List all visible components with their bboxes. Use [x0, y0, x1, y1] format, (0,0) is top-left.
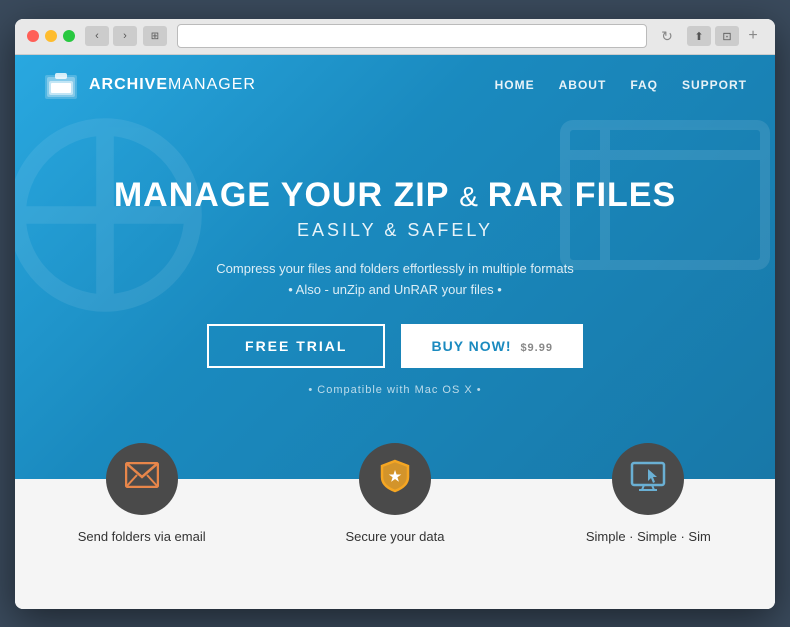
cta-buttons: FREE TRIAL BUY NOW! $9.99 — [207, 324, 583, 368]
traffic-lights — [27, 30, 75, 42]
tab-button[interactable]: ⊞ — [143, 26, 167, 46]
compat-text: • Compatible with Mac OS X • — [308, 384, 481, 396]
nav-buttons: ‹ › — [85, 26, 137, 46]
nav-faq[interactable]: FAQ — [630, 78, 658, 92]
nav-home[interactable]: HOME — [495, 78, 535, 92]
free-trial-button[interactable]: FREE TRIAL — [207, 324, 385, 368]
feature-email: Send folders via email — [15, 479, 268, 609]
site-content: ARCHIVEMANAGER HOME ABOUT FAQ SUPPORT MA… — [15, 55, 775, 609]
nav-links: HOME ABOUT FAQ SUPPORT — [495, 78, 747, 92]
nav-support[interactable]: SUPPORT — [682, 78, 747, 92]
feature-label-secure: Secure your data — [345, 529, 444, 544]
maximize-button[interactable] — [63, 30, 75, 42]
back-button[interactable]: ‹ — [85, 26, 109, 46]
feature-label-email: Send folders via email — [78, 529, 206, 544]
new-tab-button[interactable]: + — [743, 26, 763, 46]
hero-title: MANAGE YOUR ZIP & RAR FILES — [114, 177, 676, 214]
close-button[interactable] — [27, 30, 39, 42]
feature-label-simple: Simple · Simple · Sim — [586, 529, 711, 544]
logo-area: ARCHIVEMANAGER — [43, 67, 256, 103]
hero-body: MANAGE YOUR ZIP & RAR FILES EASILY & SAF… — [15, 115, 775, 479]
logo-icon — [43, 67, 79, 103]
hero-subtitle: EASILY & SAFELY — [297, 220, 493, 241]
browser-window: ‹ › ⊞ ↻ ⬆ ⊡ + — [15, 19, 775, 609]
share-button[interactable]: ⬆ — [687, 26, 711, 46]
refresh-button[interactable]: ↻ — [657, 26, 677, 46]
forward-button[interactable]: › — [113, 26, 137, 46]
minimize-button[interactable] — [45, 30, 57, 42]
address-bar[interactable] — [177, 24, 647, 48]
logo-text: ARCHIVEMANAGER — [89, 76, 256, 94]
expand-button[interactable]: ⊡ — [715, 26, 739, 46]
feature-secure: ★ Secure your data — [268, 479, 521, 609]
titlebar: ‹ › ⊞ ↻ ⬆ ⊡ + — [15, 19, 775, 55]
nav-about[interactable]: ABOUT — [559, 78, 607, 92]
features-section: Send folders via email ★ Secure your dat… — [15, 479, 775, 609]
hero-desc: Compress your files and folders effortle… — [216, 259, 573, 301]
feature-simple: Simple · Simple · Sim — [522, 479, 775, 609]
navbar: ARCHIVEMANAGER HOME ABOUT FAQ SUPPORT — [15, 55, 775, 115]
buy-price: $9.99 — [520, 342, 553, 354]
hero-section: ARCHIVEMANAGER HOME ABOUT FAQ SUPPORT MA… — [15, 55, 775, 479]
buy-now-button[interactable]: BUY NOW! $9.99 — [401, 324, 583, 368]
